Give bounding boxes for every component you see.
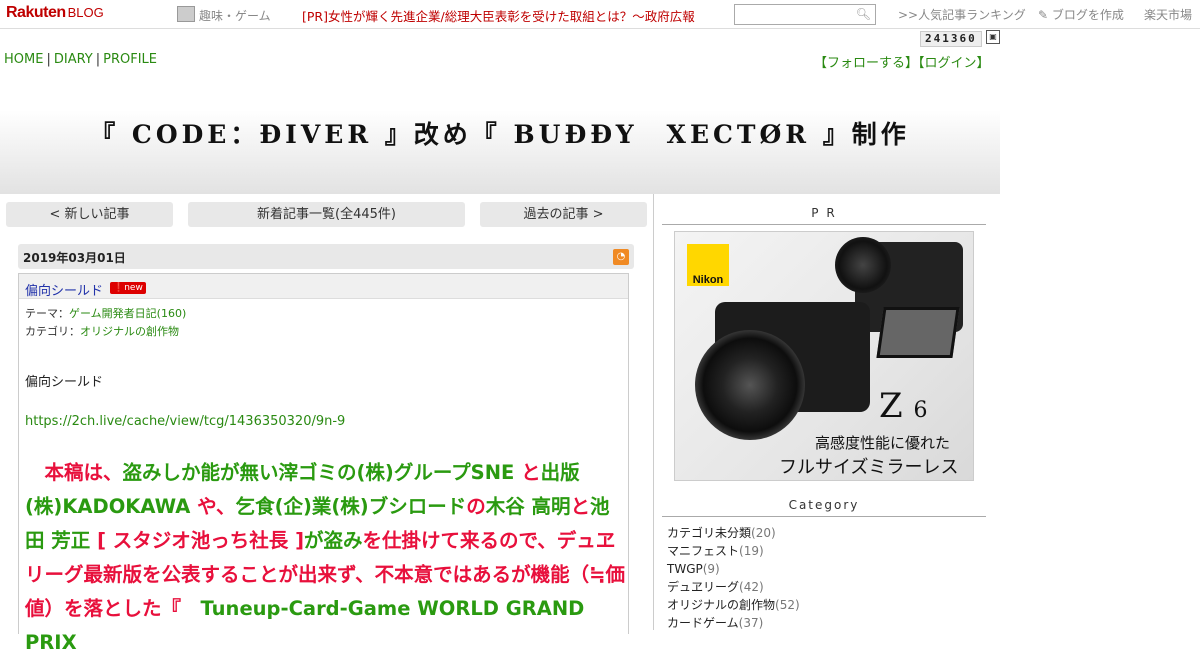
ad-model-letter: Z <box>879 386 903 426</box>
category-name: カテゴリ未分類 <box>667 526 752 540</box>
nav-separator: | <box>95 52 101 67</box>
pr-ad-link[interactable]: [PR]女性が輝く先進企業/総理大臣表彰を受けた取組とは？～政府広報 <box>302 6 695 25</box>
camera-back-lens <box>835 237 891 293</box>
category-item[interactable]: オリジナルの創作物(52) <box>667 596 800 614</box>
camera-lens-image <box>695 330 805 440</box>
category-name: TWGP <box>667 562 703 576</box>
blog-header: 『 CODE：ÐIVER 』改め『 BUÐÐY XECTØR 』制作 <box>0 74 1000 194</box>
article-title[interactable]: 偏向シールド <box>25 280 103 299</box>
category-count: (37) <box>738 616 764 630</box>
nav-home[interactable]: HOME <box>4 52 43 67</box>
post-date: 2019年03月01日 <box>23 251 126 265</box>
body-seg: と <box>570 495 591 518</box>
older-post-button[interactable]: 過去の記事 > <box>480 202 647 227</box>
category-link[interactable]: 趣味・ゲーム <box>177 6 271 24</box>
search-icon[interactable]: 🔍︎ <box>856 7 871 21</box>
ad-tagline-1: 高感度性能に優れた <box>815 434 951 452</box>
category-name: カードゲーム <box>667 616 739 630</box>
new-badge-label: new <box>124 283 143 293</box>
nav-separator: | <box>46 52 51 67</box>
create-blog-label: ブログを作成 <box>1051 8 1124 22</box>
image-icon <box>177 6 195 22</box>
login-link[interactable]: 【ログイン】 <box>918 56 990 71</box>
nikon-logo: Nikon <box>687 244 729 286</box>
body-seg: が <box>304 529 324 552</box>
ranking-link[interactable]: >>人気記事ランキング <box>898 6 1026 23</box>
nav-diary[interactable]: DIARY <box>54 52 93 67</box>
body-seg: 盗みしか能が無い滓ゴミの(株)グループSNE <box>122 461 515 484</box>
body-seg: [ スタジオ池っち社長 ] <box>90 529 304 552</box>
category-row: カテゴリ：オリジナルの創作物 <box>25 323 179 339</box>
blog-title[interactable]: 『 CODE：ÐIVER 』改め『 BUÐÐY XECTØR 』制作 <box>0 115 1000 151</box>
body-url-link[interactable]: https://2ch.live/cache/view/tcg/14363503… <box>25 414 345 429</box>
counter-settings-icon[interactable]: ▣ <box>986 30 1000 44</box>
rakuten-market-link[interactable]: 楽天市場 <box>1144 6 1192 23</box>
ad-model: Z 6 <box>879 386 927 426</box>
category-heading: Category <box>662 498 986 517</box>
newer-post-button[interactable]: < 新しい記事 <box>6 202 173 227</box>
blog-nav: HOME | DIARY | PROFILE <box>4 52 157 67</box>
body-seg: 盗み <box>323 529 363 552</box>
camera-screen <box>876 307 960 358</box>
body-seg: の <box>466 495 486 518</box>
category-item[interactable]: デュヱリーグ(42) <box>667 578 800 596</box>
theme-label: テーマ： <box>25 307 69 320</box>
theme-row: テーマ：ゲーム開発者日記(160) <box>25 305 186 321</box>
nav-profile[interactable]: PROFILE <box>103 52 157 67</box>
logo-sub-text: BLOG <box>67 5 104 20</box>
logo-text: Rakuten <box>6 4 66 21</box>
theme-link[interactable]: ゲーム開発者日記(160) <box>69 307 186 320</box>
category-item[interactable]: カテゴリ未分類(20) <box>667 524 800 542</box>
category-item[interactable]: マニフェスト(19) <box>667 542 800 560</box>
pencil-icon: ✎ <box>1038 8 1049 22</box>
category-count: (9) <box>702 562 720 576</box>
category-name: デュヱリーグ <box>667 580 740 594</box>
follow-nav: 【フォローする】【ログイン】 <box>814 52 990 71</box>
body-seg: や、 <box>190 495 236 518</box>
category-name: オリジナルの創作物 <box>667 598 776 612</box>
date-bar: 2019年03月01日 ◔ <box>18 244 634 269</box>
column-divider <box>653 194 654 630</box>
category-link[interactable]: オリジナルの創作物 <box>80 325 179 338</box>
body-seg: と <box>514 461 541 484</box>
category-label: カテゴリ： <box>25 325 80 338</box>
category-label: 趣味・ゲーム <box>199 9 271 23</box>
new-badge: ❗new <box>110 282 146 294</box>
category-name: マニフェスト <box>667 544 740 558</box>
ad-tagline-2: フルサイズミラーレス <box>779 457 959 478</box>
create-blog-link[interactable]: ✎ ブログを作成 <box>1038 6 1124 23</box>
access-counter: 241360 <box>920 31 982 47</box>
body-seg: 本稿は、 <box>25 461 123 484</box>
camera-ad-banner[interactable]: Nikon Z 6 高感度性能に優れた フルサイズミラーレス <box>674 231 974 481</box>
category-count: (20) <box>751 526 776 540</box>
category-count: (19) <box>739 544 764 558</box>
follow-link[interactable]: 【フォローする】 <box>814 56 918 71</box>
rss-icon[interactable]: ◔ <box>613 249 629 265</box>
article-header: 偏向シールド ❗new <box>19 274 628 299</box>
article: 偏向シールド ❗new テーマ：ゲーム開発者日記(160) カテゴリ：オリジナル… <box>18 273 629 654</box>
body-seg: 乞食(企)業(株)ブシロード <box>235 495 467 518</box>
category-item[interactable]: TWGP(9) <box>667 560 800 578</box>
rakuten-blog-logo[interactable]: Rakuten BLOG <box>6 4 104 22</box>
category-count: (42) <box>739 580 764 594</box>
body-text: 本稿は、盗みしか能が無い滓ゴミの(株)グループSNE と出版(株)KADOKAW… <box>25 456 625 660</box>
pr-heading: P R <box>662 206 986 225</box>
post-list-button[interactable]: 新着記事一覧(全445件) <box>188 202 465 227</box>
body-seg: 木谷 高明 <box>485 495 571 518</box>
global-header: Rakuten BLOG 趣味・ゲーム [PR]女性が輝く先進企業/総理大臣表彰を… <box>0 0 1200 29</box>
search-input[interactable]: 🔍︎ <box>734 4 876 25</box>
category-count: (52) <box>775 598 800 612</box>
ad-model-number: 6 <box>913 398 928 423</box>
body-title: 偏向シールド <box>25 375 104 390</box>
category-list: カテゴリ未分類(20) マニフェスト(19) TWGP(9) デュヱリーグ(42… <box>667 524 800 632</box>
category-item[interactable]: カードゲーム(37) <box>667 614 800 632</box>
